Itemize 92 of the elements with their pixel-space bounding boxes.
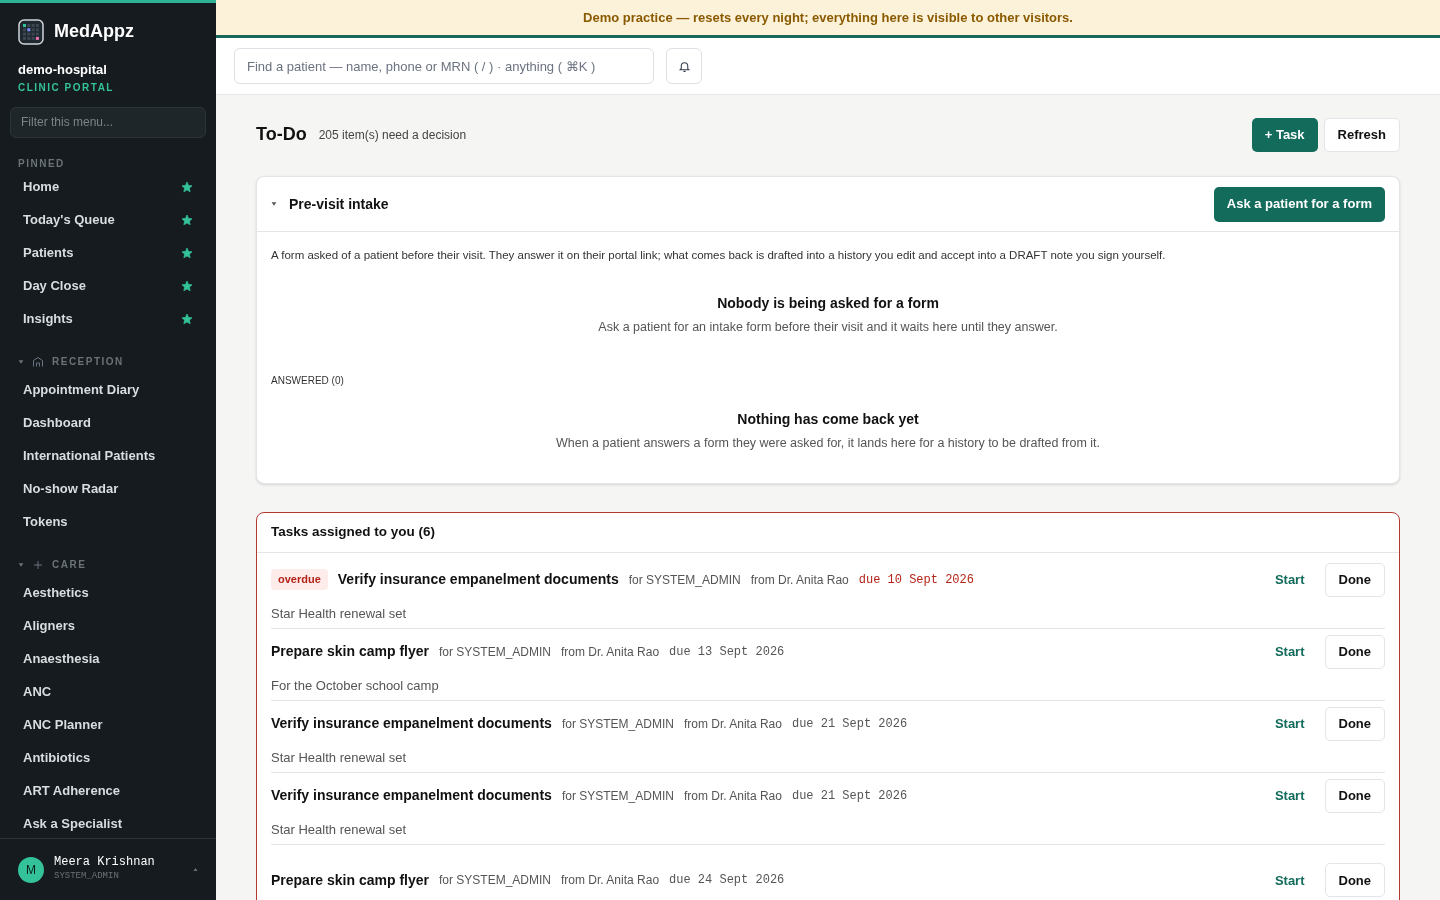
section-label: RECEPTION <box>52 355 124 369</box>
answered-label: ANSWERED (0) <box>271 374 345 388</box>
sidebar-item[interactable]: Home <box>8 170 208 204</box>
star-icon[interactable] <box>181 181 193 193</box>
done-button[interactable]: Done <box>1324 863 1385 898</box>
overdue-badge: overdue <box>271 569 328 590</box>
start-button[interactable]: Start <box>1274 713 1305 734</box>
task-assignee: for SYSTEM_ADMIN <box>561 787 674 805</box>
card-description: A form asked of a patient before their visit. They answer it on their portal link; what comes back is drafted into a history you edit and accept into a DRAFT note you sign yourself. <box>271 248 1167 263</box>
sidebar-item[interactable]: Ask a Specialist <box>8 807 208 838</box>
task-title: Verify insurance empanelment documents <box>271 714 552 733</box>
sidebar-item[interactable]: International Patients <box>8 439 208 473</box>
caret-up-icon[interactable] <box>193 867 198 872</box>
sidebar-item[interactable]: ANC <box>8 675 208 709</box>
caret-icon[interactable] <box>18 561 24 568</box>
empty-text: When a patient answers a form they were asked for, it lands here for a history to be drafted from it. <box>555 435 1101 452</box>
sidebar-item[interactable]: No-show Radar <box>8 472 208 506</box>
task-due-date: due 24 Sept 2026 <box>669 872 785 890</box>
sidebar-item[interactable]: Antibiotics <box>8 741 208 775</box>
done-button[interactable]: Done <box>1324 778 1385 813</box>
task-sender: from Dr. Anita Rao <box>561 643 660 661</box>
avatar: M <box>18 856 44 883</box>
plus-icon <box>32 558 44 571</box>
sidebar-item[interactable]: Aesthetics <box>8 576 208 610</box>
star-icon[interactable] <box>181 247 193 259</box>
task-note: Star Health renewal set <box>271 820 408 839</box>
sidebar-item[interactable]: Day Close <box>8 269 208 303</box>
task-title: Verify insurance empanelment documents <box>337 570 619 589</box>
page-title: To-Do <box>256 123 307 146</box>
card-title: Tasks assigned to you (6) <box>271 523 436 542</box>
task-due-date: due 13 Sept 2026 <box>669 643 785 661</box>
task-note: For the October school camp <box>271 676 440 695</box>
brand-name: MedAppz <box>54 20 134 43</box>
empty-title: Nobody is being asked for a form <box>716 294 940 314</box>
logo-icon <box>18 18 44 45</box>
done-button[interactable]: Done <box>1324 706 1385 741</box>
done-button[interactable]: Done <box>1324 562 1385 597</box>
task-title: Prepare skin camp flyer <box>271 642 429 661</box>
task-assignee: for SYSTEM_ADMIN <box>439 872 551 890</box>
section-label: PINNED <box>17 156 66 171</box>
star-icon[interactable] <box>181 313 193 325</box>
caret-icon[interactable] <box>271 201 277 207</box>
search-field[interactable]: Find a patient — name, phone or MRN ( / ) · anything ( ⌘K ) <box>234 48 654 84</box>
start-button[interactable]: Start <box>1274 569 1305 590</box>
start-button[interactable]: Start <box>1274 870 1305 890</box>
sidebar-item[interactable]: Appointment Diary <box>8 373 208 407</box>
user-name: Meera Krishnan <box>54 855 156 871</box>
bell-icon <box>677 59 691 73</box>
sidebar-item[interactable]: ANC Planner <box>8 708 208 742</box>
start-button[interactable]: Start <box>1274 785 1305 806</box>
section-label: CARE <box>52 558 87 572</box>
task-sender: from Dr. Anita Rao <box>683 715 782 733</box>
task-due-date: due 21 Sept 2026 <box>791 715 908 733</box>
sidebar-item[interactable]: Today's Queue <box>8 203 208 237</box>
sidebar-item[interactable]: Patients <box>8 236 208 270</box>
star-icon[interactable] <box>181 280 193 292</box>
task-due-date: due 10 Sept 2026 <box>858 571 974 589</box>
user-role: SYSTEM_ADMIN <box>54 870 120 884</box>
task-sender: from Dr. Anita Rao <box>750 571 849 589</box>
sidebar-item[interactable]: Dashboard <box>8 406 208 440</box>
card-title: Pre-visit intake <box>289 194 389 214</box>
task-sender: from Dr. Anita Rao <box>683 787 782 805</box>
add-task-button[interactable]: + Task <box>1251 117 1318 152</box>
task-assignee: for SYSTEM_ADMIN <box>561 715 674 733</box>
star-icon[interactable] <box>181 214 193 226</box>
org-name: demo-hospital <box>18 61 108 79</box>
filter-field[interactable]: Filter this menu... <box>10 106 206 138</box>
sidebar-item[interactable]: Anaesthesia <box>8 642 208 676</box>
demo-banner: Demo practice — resets every night; everything here is visible to other visitors. <box>216 0 1440 38</box>
portal-label: CLINIC PORTAL <box>18 80 115 95</box>
task-note: Star Health renewal set <box>271 604 408 623</box>
start-button[interactable]: Start <box>1274 641 1305 662</box>
notifications-button[interactable] <box>666 48 702 84</box>
ask-form-button[interactable]: Ask a patient for a form <box>1213 186 1385 222</box>
task-title: Prepare skin camp flyer <box>271 870 429 890</box>
building-icon <box>32 355 44 368</box>
sidebar-item[interactable]: Insights <box>8 302 208 336</box>
sidebar-item[interactable]: Tokens <box>8 505 208 539</box>
caret-icon[interactable] <box>18 358 24 365</box>
empty-text: Ask a patient for an intake form before their visit and it waits here until they answer. <box>597 319 1059 337</box>
task-title: Verify insurance empanelment documents <box>271 786 552 805</box>
task-note: Star Health renewal set <box>271 748 408 767</box>
sidebar-item[interactable]: Aligners <box>8 609 208 643</box>
task-sender: from Dr. Anita Rao <box>561 872 660 890</box>
done-button[interactable]: Done <box>1324 634 1385 669</box>
task-due-date: due 21 Sept 2026 <box>791 787 908 805</box>
page-subtitle: 205 item(s) need a decision <box>318 126 467 144</box>
refresh-button[interactable]: Refresh <box>1323 117 1400 152</box>
task-assignee: for SYSTEM_ADMIN <box>439 643 551 661</box>
task-assignee: for SYSTEM_ADMIN <box>628 571 741 589</box>
sidebar-item[interactable]: ART Adherence <box>8 774 208 808</box>
empty-title: Nothing has come back yet <box>736 410 920 429</box>
